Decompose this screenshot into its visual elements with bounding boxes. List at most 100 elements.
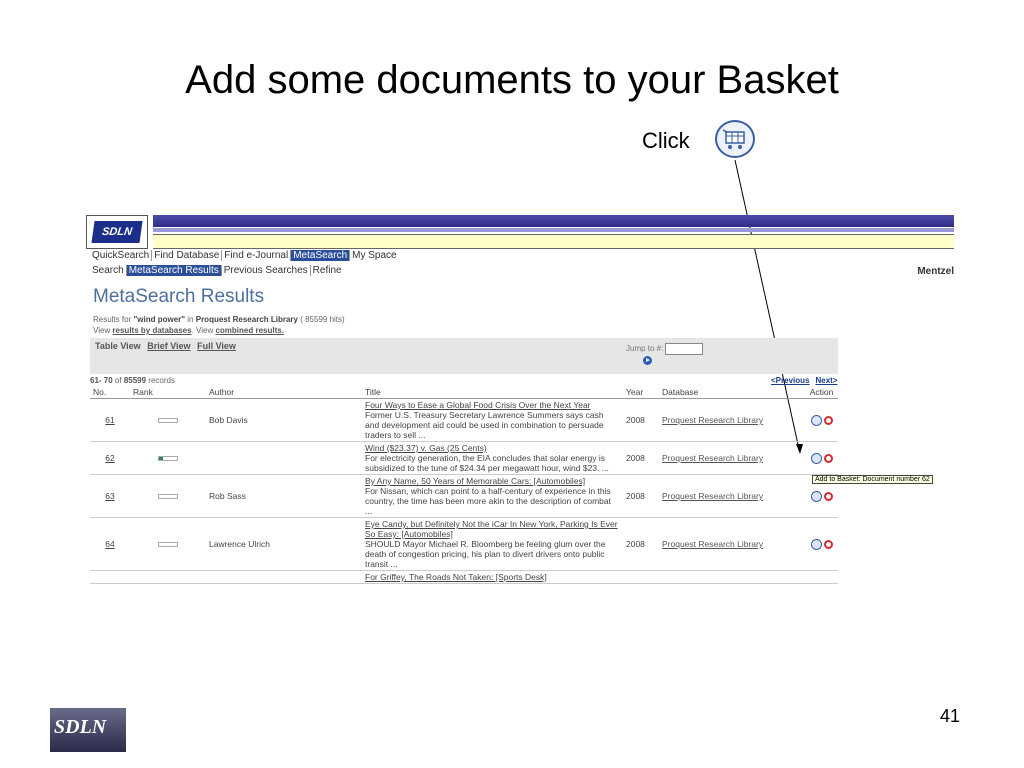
add-to-basket-icon[interactable] (810, 452, 822, 464)
results-by-databases-link[interactable]: results by databases (112, 326, 191, 335)
cell-rank (130, 398, 206, 442)
app-screenshot: SDLN QuickSearch Find Database Find e-Jour… (85, 212, 954, 596)
cell-year (623, 570, 659, 584)
cell-no: 61 (90, 398, 130, 442)
record-title-link[interactable]: By Any Name, 50 Years of Memorable Cars:… (365, 476, 585, 486)
tab-my-space[interactable]: My Space (350, 250, 398, 261)
cell-title: Eye Candy, but Definitely Not the iCar I… (362, 517, 623, 571)
cell-author: Bob Davis (206, 398, 362, 442)
cell-database (659, 570, 805, 584)
table-view-label: Table View (95, 341, 141, 351)
rank-bar (158, 456, 178, 461)
sub-nav: Search MetaSearch Results Previous Searche… (90, 265, 344, 276)
jump-go-icon[interactable] (643, 356, 652, 365)
header-band-light (153, 228, 954, 232)
record-title-link[interactable]: Eye Candy, but Definitely Not the iCar I… (365, 519, 618, 539)
full-view-link[interactable]: Full View (197, 341, 236, 351)
cell-title: For Griffey, The Roads Not Taken: [Sport… (362, 570, 623, 584)
add-to-basket-icon[interactable] (810, 414, 822, 426)
record-number-link[interactable]: 61 (105, 415, 114, 425)
remove-icon[interactable] (823, 539, 833, 549)
view-toolbar: Table View Brief View Full View Jump to … (90, 338, 838, 374)
tab-quicksearch[interactable]: QuickSearch (90, 250, 153, 261)
record-number-link[interactable]: 64 (105, 539, 114, 549)
cell-author: Rob Sass (206, 474, 362, 518)
cell-title: Wind ($23.37) v. Gas (25 Cents) For elect… (362, 441, 623, 475)
cell-database: Proquest Research Library (659, 441, 805, 475)
table-row: 63 Rob Sass By Any Name, 50 Years of Memor… (90, 474, 838, 518)
cell-action (805, 441, 838, 475)
record-number-link[interactable]: 62 (105, 453, 114, 463)
slide-title: Add some documents to your Basket (185, 58, 839, 102)
cell-no: 64 (90, 517, 130, 571)
click-label: Click (642, 128, 690, 153)
col-no: No. (90, 386, 130, 399)
table-row: 61 Bob Davis Four Ways to Ease a Global Fo… (90, 398, 838, 442)
record-snippet: For Nissan, which can point to a half-ce… (365, 486, 612, 516)
header-band (153, 215, 954, 227)
cell-database: Proquest Research Library (659, 517, 805, 571)
pagination: <Previous Next> (765, 376, 837, 385)
cell-title: By Any Name, 50 Years of Memorable Cars:… (362, 474, 623, 518)
next-link[interactable]: Next> (815, 376, 837, 385)
subtab-previous-searches[interactable]: Previous Searches (222, 265, 311, 276)
table-row: 64 Lawrence Ulrich Eye Candy, but Definite… (90, 517, 838, 571)
page-number: 41 (940, 706, 961, 726)
brief-view-link[interactable]: Brief View (147, 341, 190, 351)
cell-year: 2008 (623, 474, 659, 518)
results-summary: Results for "wind power" in Proquest Res… (93, 315, 345, 324)
cell-no: 63 (90, 474, 130, 518)
view-links: View results by databases. View combined… (93, 326, 284, 335)
record-snippet: For electricity generation, the EIA conc… (365, 453, 609, 473)
cell-author: Lawrence Ulrich (206, 517, 362, 571)
database-link[interactable]: Proquest Research Library (662, 415, 763, 425)
record-number-link[interactable]: 63 (105, 491, 114, 501)
page-title: MetaSearch Results (93, 286, 265, 307)
record-title-link[interactable]: Wind ($23.37) v. Gas (25 Cents) (365, 443, 487, 453)
record-title-link[interactable]: For Griffey, The Roads Not Taken: [Sport… (365, 572, 547, 582)
subtab-refine[interactable]: Refine (311, 265, 344, 276)
database-link[interactable]: Proquest Research Library (662, 453, 763, 463)
cell-rank (130, 570, 206, 584)
cell-title: Four Ways to Ease a Global Food Crisis O… (362, 398, 623, 442)
add-to-basket-tooltip: Add to Basket: Document number 62 (812, 475, 933, 484)
tab-find-ejournal[interactable]: Find e-Journal (222, 250, 292, 261)
tab-find-database[interactable]: Find Database (152, 250, 223, 261)
record-snippet: Former U.S. Treasury Secretary Lawrence … (365, 410, 604, 440)
cell-no (90, 570, 130, 584)
jump-input[interactable] (665, 343, 704, 355)
cell-year: 2008 (623, 517, 659, 571)
record-snippet: SHOULD Mayor Michael R. Bloomberg be fee… (365, 539, 606, 569)
cell-action (805, 517, 838, 571)
database-link[interactable]: Proquest Research Library (662, 491, 763, 501)
cell-database: Proquest Research Library (659, 474, 805, 518)
add-to-basket-icon[interactable] (810, 538, 822, 550)
remove-icon[interactable] (823, 453, 833, 463)
cell-year: 2008 (623, 441, 659, 475)
col-author: Author (206, 386, 362, 399)
record-title-link[interactable]: Four Ways to Ease a Global Food Crisis O… (365, 400, 591, 410)
col-year: Year (623, 386, 659, 399)
cell-rank (130, 441, 206, 475)
app-logo[interactable]: SDLN (86, 215, 148, 249)
table-row: 62 Wind ($23.37) v. Gas (25 Cents) For ele… (90, 441, 838, 475)
previous-link[interactable]: <Previous (771, 376, 809, 385)
tab-metasearch[interactable]: MetaSearch (291, 250, 351, 261)
remove-icon[interactable] (823, 491, 833, 501)
combined-results-link[interactable]: combined results. (215, 326, 283, 335)
rank-bar (158, 494, 178, 499)
cell-action (805, 570, 838, 584)
table-header: No. Rank Author Title Year Database Acti… (90, 386, 838, 399)
col-rank: Rank (130, 386, 206, 399)
records-count: 61- 70 of 85599 records (90, 376, 175, 385)
table-row: For Griffey, The Roads Not Taken: [Sport… (90, 570, 838, 584)
cell-author (206, 441, 362, 475)
subtab-search[interactable]: Search (90, 265, 127, 276)
database-link[interactable]: Proquest Research Library (662, 539, 763, 549)
col-database: Database (659, 386, 805, 399)
cell-year: 2008 (623, 398, 659, 442)
cell-database: Proquest Research Library (659, 398, 805, 442)
subtab-metasearch-results[interactable]: MetaSearch Results (126, 265, 222, 276)
remove-icon[interactable] (823, 415, 833, 425)
add-to-basket-icon[interactable] (810, 490, 822, 502)
